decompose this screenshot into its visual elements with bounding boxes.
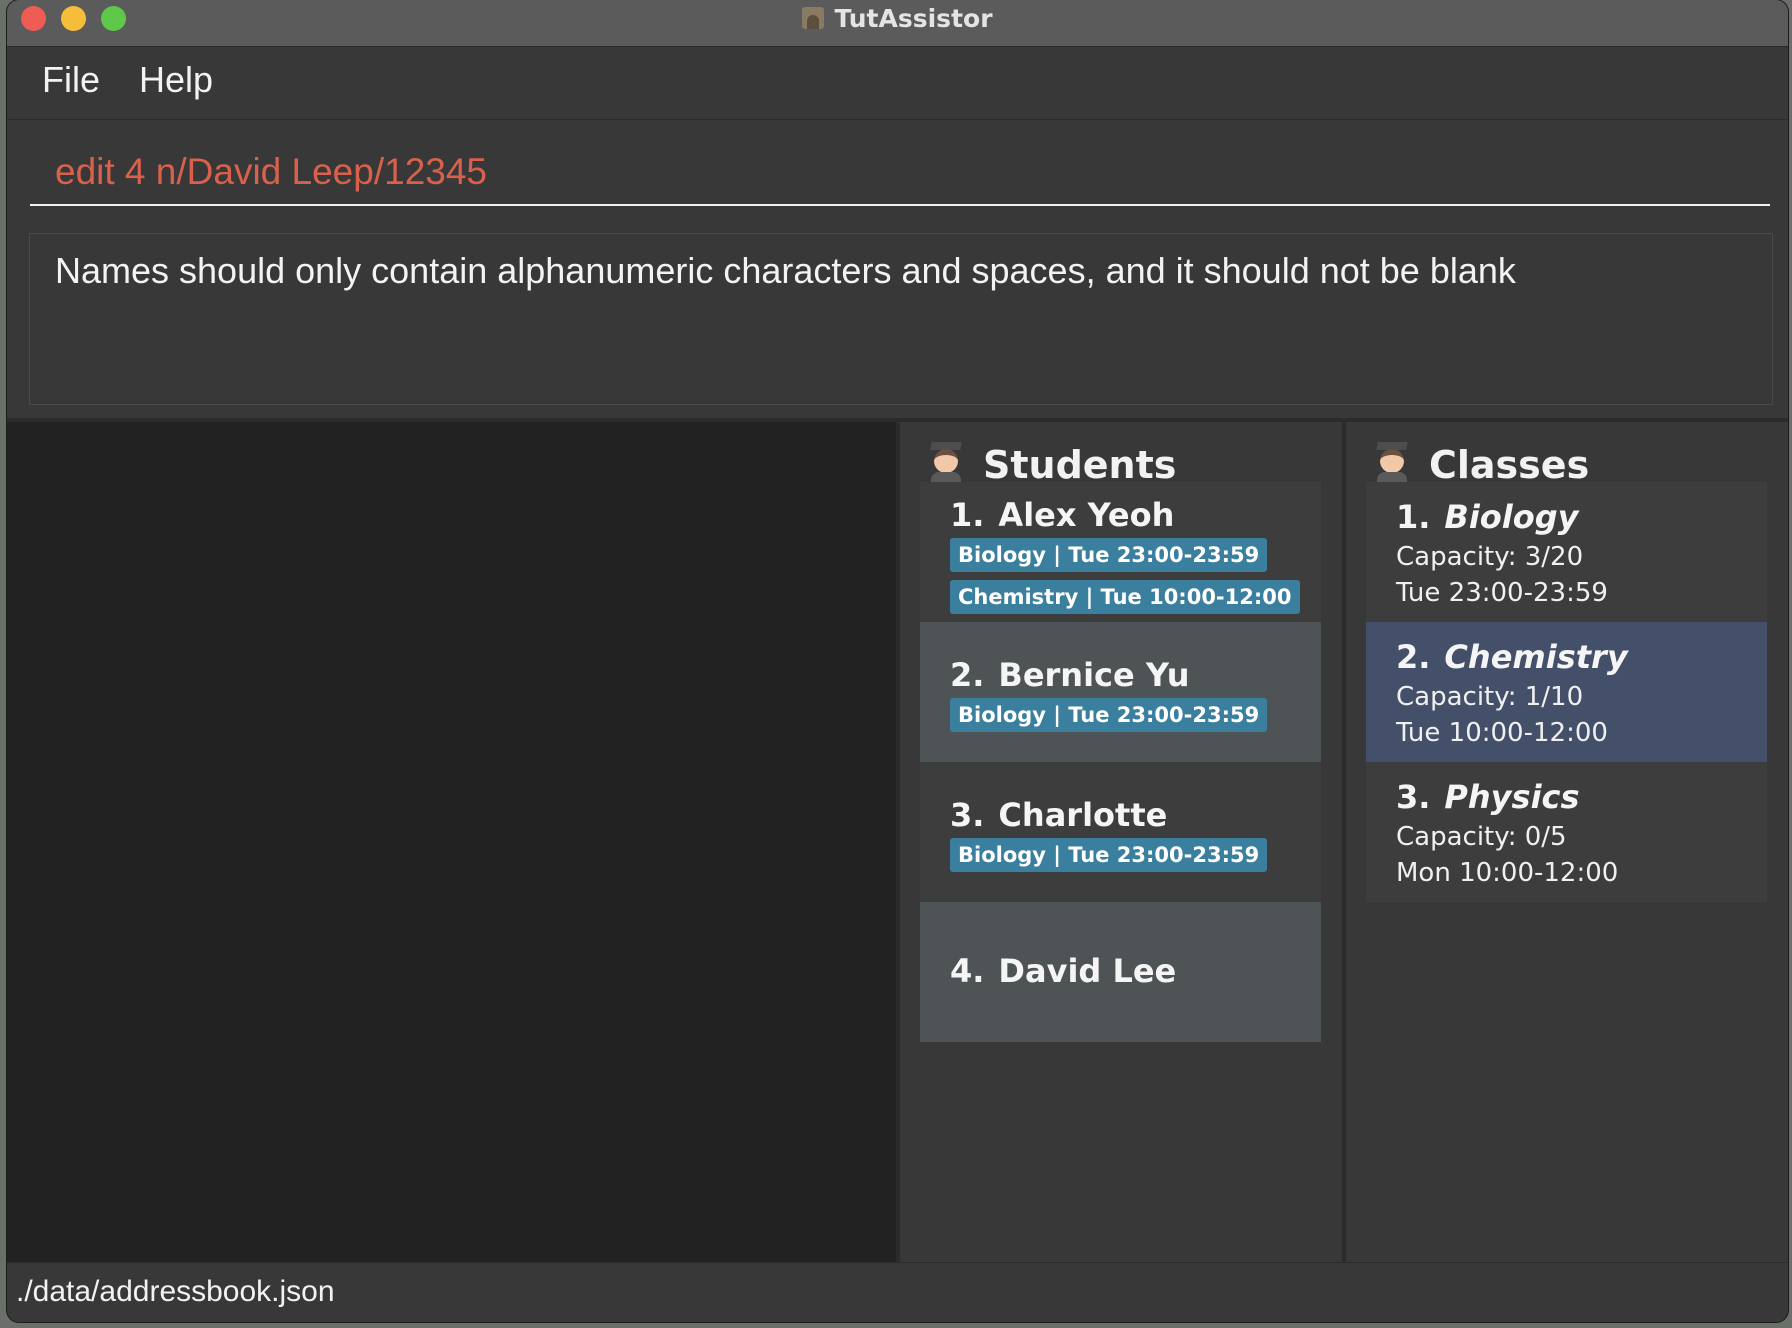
- class-card[interactable]: 1. Biology Capacity: 3/20 Tue 23:00-23:59: [1366, 482, 1767, 622]
- student-name-text: David Lee: [998, 952, 1177, 990]
- classes-panel[interactable]: Classes 1. Biology Capacity: 3/20 Tue 23:…: [1346, 422, 1788, 1262]
- class-name: 1. Biology: [1396, 498, 1578, 536]
- class-name-text: Chemistry: [1444, 638, 1628, 676]
- window-title: TutAssistor: [834, 3, 993, 33]
- class-tag: Biology | Tue 23:00-23:59: [950, 838, 1268, 872]
- class-name: 2. Chemistry: [1396, 638, 1628, 676]
- result-message: Names should only contain alphanumeric c…: [55, 250, 1516, 291]
- class-name: 3. Physics: [1396, 778, 1580, 816]
- class-capacity: Capacity: 0/5: [1396, 822, 1567, 852]
- student-index: 3.: [950, 796, 985, 834]
- command-input[interactable]: [30, 140, 1770, 206]
- student-index: 2.: [950, 656, 985, 694]
- menu-file[interactable]: File: [42, 59, 100, 101]
- class-capacity: Capacity: 1/10: [1396, 682, 1584, 712]
- student-name: 2. Bernice Yu: [950, 656, 1189, 694]
- class-capacity: Capacity: 3/20: [1396, 542, 1584, 572]
- student-index: 1.: [950, 496, 985, 534]
- class-name-text: Biology: [1444, 498, 1579, 536]
- student-name: 1. Alex Yeoh: [950, 496, 1174, 534]
- student-card[interactable]: 1. Alex Yeoh Biology | Tue 23:00-23:59 Ch…: [920, 482, 1321, 622]
- data-file-path: ./data/addressbook.json: [16, 1275, 335, 1308]
- app-window: TutAssistor File Help Names should only …: [7, 0, 1788, 1322]
- class-time: Tue 23:00-23:59: [1396, 578, 1608, 608]
- app-icon: [802, 7, 825, 29]
- student-card[interactable]: 4. David Lee: [920, 902, 1321, 1042]
- class-index: 3.: [1396, 778, 1431, 816]
- title-wrap: TutAssistor: [7, 2, 1788, 34]
- student-name-text: Bernice Yu: [998, 656, 1190, 694]
- student-name: 3. Charlotte: [950, 796, 1167, 834]
- result-display: Names should only contain alphanumeric c…: [29, 233, 1773, 405]
- student-name-text: Charlotte: [998, 796, 1168, 834]
- menu-bar: File Help: [7, 47, 1788, 120]
- student-card[interactable]: 3. Charlotte Biology | Tue 23:00-23:59: [920, 762, 1321, 902]
- class-tag: Biology | Tue 23:00-23:59: [950, 538, 1268, 572]
- class-name-text: Physics: [1444, 778, 1580, 816]
- main-area: Students 1. Alex Yeoh Biology | Tue 23:00…: [7, 418, 1788, 1262]
- status-bar: ./data/addressbook.json: [7, 1262, 1788, 1322]
- class-time: Tue 10:00-12:00: [1396, 718, 1608, 748]
- student-name: 4. David Lee: [950, 952, 1176, 990]
- class-tag: Chemistry | Tue 10:00-12:00: [950, 580, 1300, 614]
- student-card[interactable]: 2. Bernice Yu Biology | Tue 23:00-23:59: [920, 622, 1321, 762]
- students-title: Students: [983, 443, 1177, 487]
- class-index: 2.: [1396, 638, 1431, 676]
- class-index: 1.: [1396, 498, 1431, 536]
- student-name-text: Alex Yeoh: [998, 496, 1175, 534]
- command-area: [7, 120, 1788, 220]
- menu-help[interactable]: Help: [139, 59, 213, 101]
- title-bar: TutAssistor: [7, 0, 1788, 47]
- classes-title: Classes: [1429, 443, 1590, 487]
- left-panel: [7, 422, 896, 1262]
- class-card[interactable]: 3. Physics Capacity: 0/5 Mon 10:00-12:00: [1366, 762, 1767, 902]
- student-index: 4.: [950, 952, 985, 990]
- class-card-selected[interactable]: 2. Chemistry Capacity: 1/10 Tue 10:00-12:…: [1366, 622, 1767, 762]
- class-tag: Biology | Tue 23:00-23:59: [950, 698, 1268, 732]
- students-panel[interactable]: Students 1. Alex Yeoh Biology | Tue 23:00…: [900, 422, 1342, 1262]
- class-time: Mon 10:00-12:00: [1396, 858, 1619, 888]
